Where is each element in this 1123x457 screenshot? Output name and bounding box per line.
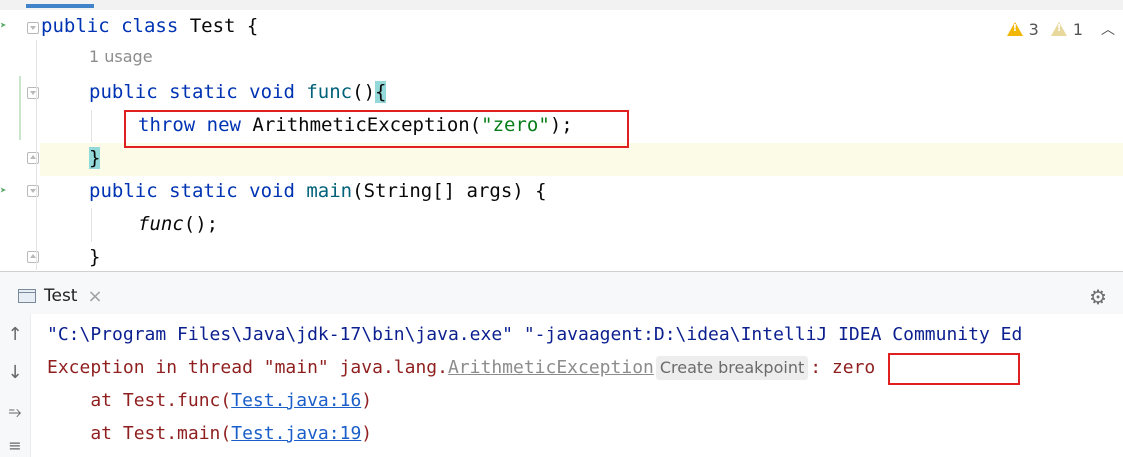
weak-warning-icon [1050, 22, 1067, 36]
create-breakpoint-button[interactable]: Create breakpoint [655, 356, 809, 380]
active-tab-indicator [26, 4, 94, 8]
annotation-highlight-box [124, 110, 629, 148]
fold-icon[interactable] [27, 185, 39, 197]
arrow-down-icon[interactable]: ↓ [6, 362, 24, 383]
matched-brace: { [375, 81, 387, 103]
method-call: func [138, 213, 184, 235]
chevron-up-icon[interactable]: ︿ [1101, 19, 1115, 39]
exception-prefix: Exception in thread "main" java.lang. [47, 357, 448, 378]
warning-icon [1006, 22, 1023, 36]
stack-frame-end: ) [361, 390, 373, 411]
method-name: func [306, 81, 353, 103]
fold-icon[interactable] [27, 251, 39, 263]
run-gutter-icon[interactable]: ➤ [0, 184, 8, 198]
indent-guide [91, 110, 92, 142]
fold-icon[interactable] [27, 87, 39, 99]
code-line-func-declaration[interactable]: public static void func(){ [89, 76, 387, 109]
method-name: main [306, 180, 353, 202]
scroll-end-icon[interactable]: ≡ [6, 436, 24, 455]
run-toolbar: ↑ ↓ ⥱ ≡ [0, 314, 31, 457]
fold-icon[interactable] [27, 152, 39, 164]
exception-class-link[interactable]: ArithmeticException [448, 357, 654, 378]
tab-label: Test [44, 286, 78, 306]
call-args: (); [183, 213, 219, 235]
editor-gutter[interactable] [0, 10, 40, 272]
warning-count: 3 [1028, 19, 1039, 39]
code-line-call[interactable]: func(); [138, 208, 218, 241]
arrow-up-icon[interactable]: ↑ [6, 324, 24, 345]
stack-frame: at Test.func( [47, 390, 232, 411]
console-exception-line: Exception in thread "main" java.lang.Ari… [47, 351, 875, 384]
code-line-main-close[interactable]: } [89, 241, 100, 272]
parameter-list: (String[] args) { [352, 180, 547, 202]
vcs-change-marker[interactable] [19, 76, 21, 140]
stack-frame: at Test.main( [47, 423, 232, 444]
code-line-func-close[interactable]: } [89, 142, 101, 175]
source-link[interactable]: Test.java:19 [231, 423, 361, 444]
class-name: Test { [178, 15, 259, 37]
console-tab-icon [18, 289, 36, 303]
editor-tab-strip [0, 0, 1123, 10]
keyword: public class [41, 15, 179, 37]
inspection-widget[interactable]: 3 1 ︿ [1006, 17, 1115, 41]
tab-run-test[interactable]: Test × [18, 284, 103, 308]
stack-frame-end: ) [361, 423, 373, 444]
indent-guide [91, 208, 92, 242]
exception-message: : zero [810, 357, 876, 378]
stack-trace-line: at Test.main(Test.java:19) [47, 417, 372, 450]
run-gutter-icon[interactable]: ➤ [0, 19, 8, 33]
console-command-line: "C:\Program Files\Java\jdk-17\bin\java.e… [47, 324, 1023, 345]
stack-trace-line: at Test.func(Test.java:16) [47, 384, 372, 417]
source-link[interactable]: Test.java:16 [231, 390, 361, 411]
closing-brace: } [89, 246, 101, 268]
annotation-highlight-box [888, 353, 1020, 385]
soft-wrap-icon[interactable]: ⥱ [6, 402, 24, 422]
matched-brace: } [89, 147, 101, 169]
keyword: public static void [89, 81, 295, 103]
console-output[interactable]: "C:\Program Files\Java\jdk-17\bin\java.e… [31, 314, 1123, 457]
usage-hint[interactable]: 1 usage [89, 47, 153, 66]
fold-icon[interactable] [27, 22, 39, 34]
weak-warning-count: 1 [1072, 19, 1083, 39]
code-line-main-declaration[interactable]: public static void main(String[] args) { [89, 175, 547, 208]
keyword: public static void [89, 180, 295, 202]
indent-guide [36, 40, 37, 270]
code-line-class-declaration[interactable]: public class Test { [41, 10, 258, 43]
parameter-list: () [352, 81, 376, 103]
gear-icon[interactable]: ⚙ [1089, 285, 1107, 309]
code-editor[interactable]: ➤ ➤ public class Test { 1 usage public s… [0, 0, 1123, 272]
close-icon[interactable]: × [87, 286, 102, 307]
